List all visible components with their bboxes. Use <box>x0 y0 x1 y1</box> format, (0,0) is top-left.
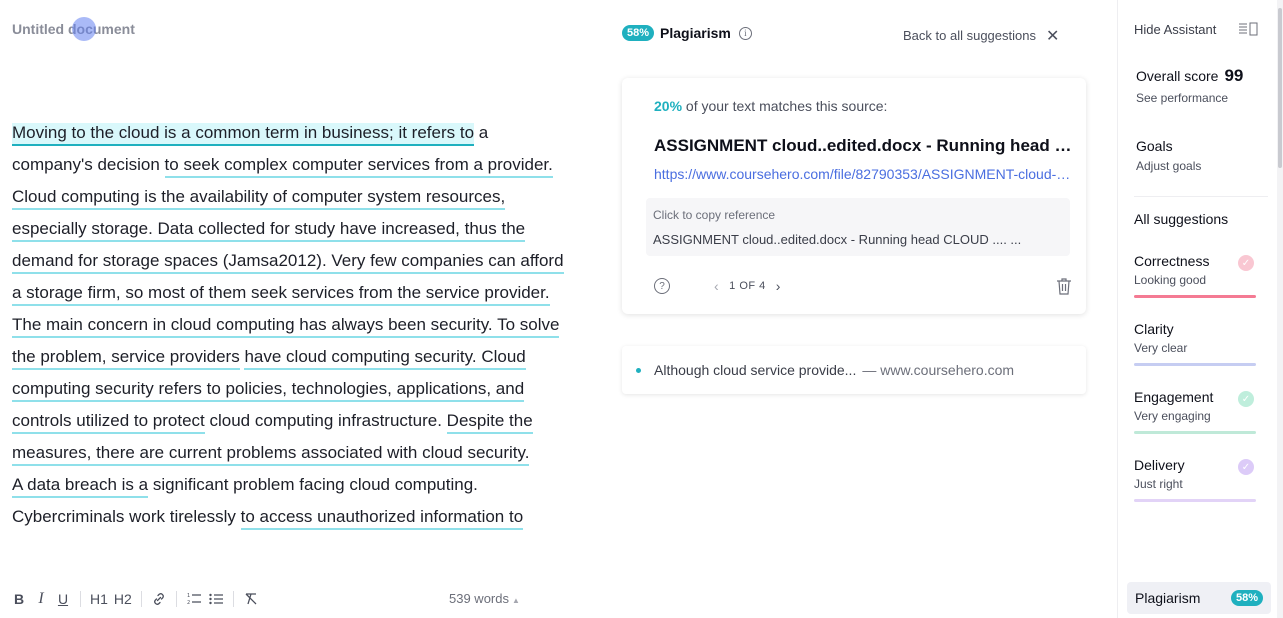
overall-score-value: 99 <box>1224 66 1244 85</box>
panel-header: 58% Plagiarism i <box>622 25 752 41</box>
source-title: ASSIGNMENT cloud..edited.docx - Running … <box>654 136 1074 155</box>
pager-label: 1 OF 4 <box>729 280 766 292</box>
source-url-link[interactable]: https://www.coursehero.com/file/82790353… <box>654 166 1074 182</box>
scrollbar[interactable] <box>1277 0 1283 618</box>
plagiarism-panel: 58% Plagiarism i Back to all suggestions… <box>600 0 1117 618</box>
sidebar-divider <box>1134 196 1268 197</box>
heading2-button[interactable]: H2 <box>111 587 135 611</box>
document-text: cloud computing infrastructure. <box>204 411 447 430</box>
match-summary: 20% of your text matches this source: <box>654 98 888 114</box>
reference-text: ASSIGNMENT cloud..edited.docx - Running … <box>653 232 1022 247</box>
pager: ‹ 1 OF 4 › <box>704 278 791 294</box>
category-bar <box>1134 363 1256 366</box>
toolbar-divider <box>175 591 177 607</box>
caret-up-icon: ▲ <box>511 596 520 605</box>
overall-score-label: Overall score <box>1136 68 1219 84</box>
chevron-left-icon[interactable]: ‹ <box>714 278 719 294</box>
plagiarism-tab-badge: 58% <box>1231 590 1264 606</box>
copy-reference-box[interactable]: Click to copy reference ASSIGNMENT cloud… <box>646 198 1070 256</box>
source-list-item[interactable]: Although cloud service provide... — www.… <box>622 346 1086 394</box>
panel-toggle-icon[interactable] <box>1238 22 1258 36</box>
info-icon[interactable]: i <box>738 26 752 40</box>
copy-reference-label: Click to copy reference <box>653 208 776 222</box>
document-paragraph[interactable]: Moving to the cloud is a common term in … <box>12 117 572 469</box>
chevron-right-icon[interactable]: › <box>776 278 781 294</box>
source-match-card: 20% of your text matches this source: AS… <box>622 78 1086 314</box>
category-bar <box>1134 295 1256 298</box>
category-correctness[interactable]: Correctness Looking good ✓ <box>1134 253 1256 298</box>
all-suggestions-item[interactable]: All suggestions <box>1134 211 1228 227</box>
source-snippet: Although cloud service provide... <box>654 362 857 378</box>
category-delivery[interactable]: Delivery Just right ✓ <box>1134 457 1256 502</box>
plagiarism-tab[interactable]: Plagiarism 58% <box>1127 582 1271 614</box>
assistant-sidebar: Hide Assistant Overall score 99 See perfo… <box>1117 0 1283 618</box>
source-site: — www.coursehero.com <box>862 362 1015 378</box>
close-icon[interactable]: ✕ <box>1046 26 1059 46</box>
bullet-dot <box>636 367 641 373</box>
goals-block[interactable]: Goals Adjust goals <box>1136 138 1201 173</box>
adjust-goals-link[interactable]: Adjust goals <box>1136 159 1201 173</box>
toolbar-divider <box>80 591 81 607</box>
underline-button[interactable]: U <box>52 587 74 611</box>
trash-icon[interactable] <box>1056 277 1072 295</box>
category-clarity[interactable]: Clarity Very clear <box>1134 321 1256 366</box>
document-paragraph[interactable]: A data breach is a significant problem f… <box>12 469 572 533</box>
category-bar <box>1134 431 1256 434</box>
category-engagement[interactable]: Engagement Very engaging ✓ <box>1134 389 1256 434</box>
cursor-highlight <box>72 17 96 41</box>
category-bar <box>1134 499 1256 502</box>
check-icon: ✓ <box>1238 391 1254 407</box>
editor-area[interactable]: Untitled document Moving to the cloud is… <box>0 0 600 618</box>
link-icon[interactable] <box>148 587 170 611</box>
toolbar-divider <box>140 591 142 607</box>
word-count[interactable]: 539 words ▲ <box>449 591 520 606</box>
italic-button[interactable]: I <box>30 587 52 611</box>
goals-label: Goals <box>1136 138 1173 154</box>
toolbar-divider <box>232 591 234 607</box>
document-body[interactable]: Moving to the cloud is a common term in … <box>12 117 572 533</box>
svg-text:2: 2 <box>187 600 190 606</box>
plagiarism-score-badge: 58% <box>622 25 655 41</box>
formatting-toolbar: B I U H1 H2 12 539 words ▲ <box>0 583 600 615</box>
plagiarism-highlight[interactable]: to seek complex computer services from a… <box>12 155 564 370</box>
card-footer: ? ‹ 1 OF 4 › <box>654 276 1072 296</box>
overall-score-block[interactable]: Overall score 99 See performance <box>1136 66 1243 105</box>
check-icon: ✓ <box>1238 255 1254 271</box>
check-icon: ✓ <box>1238 459 1254 475</box>
help-icon[interactable]: ? <box>654 278 670 294</box>
bulleted-list-icon[interactable] <box>205 587 227 611</box>
bold-button[interactable]: B <box>8 587 30 611</box>
panel-title: Plagiarism <box>660 25 731 41</box>
svg-text:1: 1 <box>187 593 190 599</box>
hide-assistant-button[interactable]: Hide Assistant <box>1134 22 1216 37</box>
back-to-suggestions-link[interactable]: Back to all suggestions <box>903 28 1036 43</box>
plagiarism-highlight[interactable]: A data breach is a <box>12 475 149 498</box>
active-plagiarism-highlight[interactable]: Moving to the cloud is a common term in … <box>12 123 475 146</box>
clear-format-icon[interactable] <box>240 587 262 611</box>
scrollbar-thumb[interactable] <box>1278 8 1282 168</box>
plagiarism-highlight[interactable]: to access unauthorized information to <box>240 507 524 530</box>
numbered-list-icon[interactable]: 12 <box>183 587 205 611</box>
heading1-button[interactable]: H1 <box>87 587 111 611</box>
see-performance-link[interactable]: See performance <box>1136 91 1243 105</box>
